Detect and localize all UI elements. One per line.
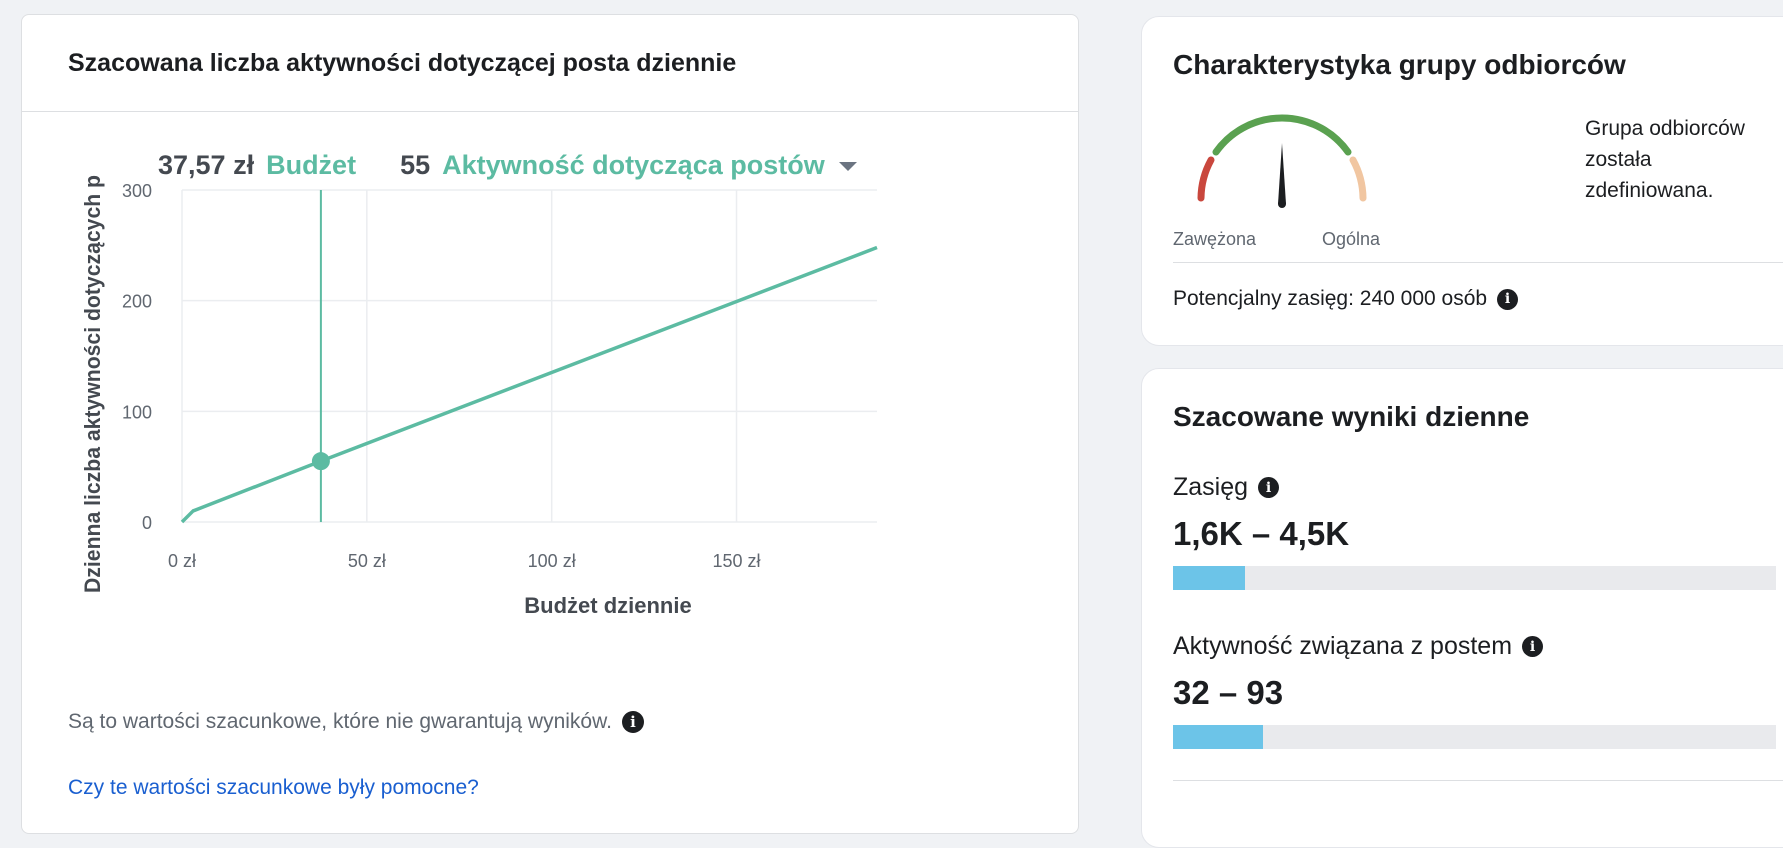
feedback-link[interactable]: Czy te wartości szacunkowe były pomocne?	[68, 776, 479, 800]
reach-metric-bar-fill	[1173, 566, 1246, 590]
gauge-right-label: Ogólna	[1322, 229, 1381, 249]
reach-metric-label: Zasięg i	[1173, 473, 1280, 502]
y-tick-label: 300	[122, 181, 152, 201]
engagement-metric-label: Aktywność związana z postem i	[1173, 632, 1544, 661]
x-tick-label: 150 zł	[712, 551, 760, 571]
info-icon[interactable]: i	[1258, 477, 1280, 498]
gauge-broad-segment	[1349, 156, 1367, 202]
daily-results-title: Szacowane wyniki dzienne	[1173, 401, 1530, 432]
daily-results-card: Szacowane wyniki dzienne Zasięg i 1,6K –…	[1141, 368, 1783, 848]
x-tick-label: 0 zł	[168, 551, 196, 571]
audience-card: Charakterystyka grupy odbiorców Zawężona…	[1141, 16, 1783, 346]
potential-reach: Potencjalny zasięg: 240 000 osób i	[1173, 287, 1519, 311]
info-icon[interactable]: i	[1522, 636, 1544, 657]
estimate-card: Szacowana liczba aktywności dotyczącej p…	[21, 14, 1079, 834]
reach-metric-bar	[1173, 566, 1776, 590]
divider	[1173, 780, 1783, 781]
budget-point	[311, 452, 330, 471]
info-icon[interactable]: i	[1497, 288, 1519, 310]
gauge-left-label: Zawężona	[1173, 229, 1257, 249]
x-tick-label: 50 zł	[348, 551, 386, 571]
engagement-metric-bar-fill	[1173, 725, 1264, 749]
info-icon[interactable]: i	[621, 711, 644, 733]
audience-gauge: Zawężona Ogólna	[1173, 114, 1381, 249]
audience-card-title: Charakterystyka grupy odbiorców	[1173, 49, 1626, 80]
divider	[1173, 262, 1783, 263]
x-axis-label: Budżet dziennie	[524, 593, 691, 618]
x-tick-label: 100 zł	[528, 551, 576, 571]
engagement-metric-value: 32 – 93	[1173, 674, 1284, 711]
y-axis-label: Dzienna liczba aktywności dotyczących p	[80, 175, 105, 593]
reach-metric-label-text: Zasięg	[1173, 473, 1249, 501]
y-tick-label: 100	[122, 402, 152, 422]
engagement-metric-bar	[1173, 725, 1776, 749]
engagement-metric-label-text: Aktywność związana z postem	[1173, 632, 1513, 660]
audience-description: Grupa odbiorców została zdefiniowana.	[1585, 117, 1745, 202]
potential-reach-text: Potencjalny zasięg: 240 000 osób	[1173, 287, 1488, 310]
gauge-narrow-segment	[1197, 156, 1215, 202]
y-tick-label: 0	[142, 513, 152, 533]
series-line	[180, 245, 878, 524]
y-tick-label: 200	[122, 292, 152, 312]
estimate-note: Są to wartości szacunkowe, które nie gwa…	[68, 710, 644, 734]
estimate-note-text: Są to wartości szacunkowe, które nie gwa…	[68, 710, 612, 733]
reach-metric-value: 1,6K – 4,5K	[1173, 515, 1350, 552]
gauge-needle	[1278, 143, 1286, 204]
estimate-line-chart: 0 100 200 300 0 zł 50 zł 100 zł 150 zł Budżet dz…	[80, 175, 878, 618]
